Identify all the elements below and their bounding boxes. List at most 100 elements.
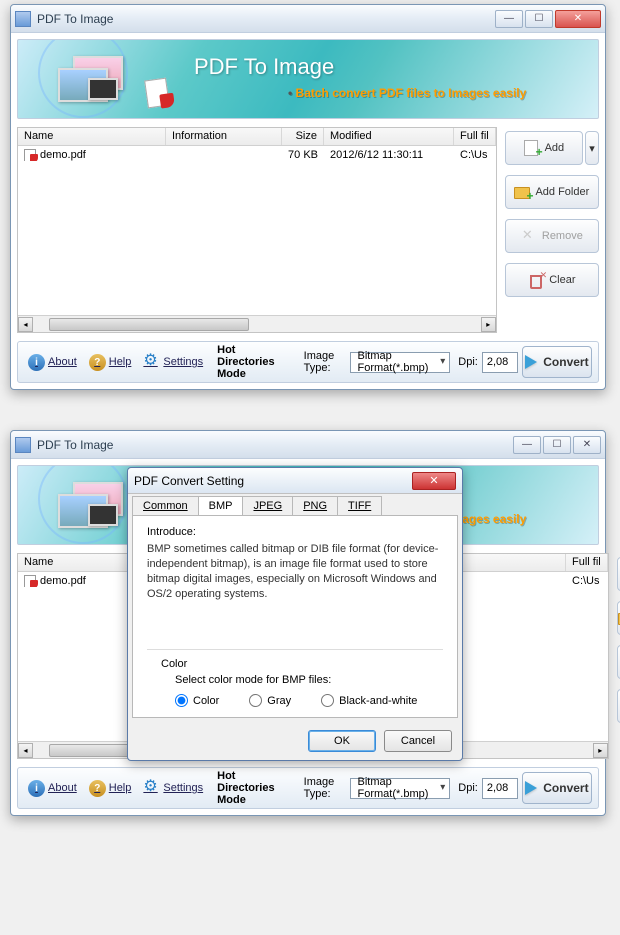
cell-modified: 2012/6/12 11:30:11: [324, 149, 454, 161]
help-label: Help: [109, 782, 132, 794]
help-label: Help: [109, 356, 132, 368]
scroll-left-icon[interactable]: ◂: [18, 317, 33, 332]
add-folder-button[interactable]: Add Folder: [505, 175, 599, 209]
close-button[interactable]: ✕: [573, 436, 601, 454]
settings-link[interactable]: ⚙Settings: [139, 354, 207, 371]
image-type-select[interactable]: Bitmap Format(*.bmp): [350, 352, 450, 373]
banner-subtitle: Batch convert PDF files to Images easily: [288, 86, 526, 100]
settings-label: Settings: [163, 782, 203, 794]
col-name[interactable]: Name: [18, 128, 166, 145]
help-link[interactable]: ?Help: [85, 354, 136, 371]
hot-directories-label: Hot Directories Mode: [217, 770, 296, 806]
col-full-file[interactable]: Full fil: [454, 128, 496, 145]
dialog-close-button[interactable]: ✕: [412, 472, 456, 490]
cancel-button[interactable]: Cancel: [384, 730, 452, 752]
banner-title: PDF To Image: [194, 54, 334, 80]
tab-bmp[interactable]: BMP: [198, 496, 244, 515]
app-icon: [15, 11, 31, 27]
scroll-left-icon[interactable]: ◂: [18, 743, 33, 758]
scroll-right-icon[interactable]: ▸: [593, 743, 608, 758]
color-sub: Select color mode for BMP files:: [175, 674, 443, 686]
dpi-label: Dpi:: [458, 782, 478, 794]
tab-common[interactable]: Common: [132, 496, 199, 515]
image-type-value: Bitmap Format(*.bmp): [357, 776, 431, 800]
introduce-text: BMP sometimes called bitmap or DIB file …: [147, 542, 443, 601]
radio-bw[interactable]: Black-and-white: [321, 694, 417, 707]
cell-full: C:\Us: [566, 575, 608, 587]
dpi-input[interactable]: [482, 778, 518, 799]
pdf-icon: [24, 149, 36, 161]
add-folder-icon: [514, 184, 530, 200]
minimize-button[interactable]: —: [513, 436, 541, 454]
radio-gray-input[interactable]: [249, 694, 262, 707]
maximize-button[interactable]: ☐: [525, 10, 553, 28]
image-type-label: Image Type:: [304, 350, 347, 374]
tab-jpeg[interactable]: JPEG: [242, 496, 293, 515]
about-label: About: [48, 356, 77, 368]
col-information[interactable]: Information: [166, 128, 282, 145]
about-link[interactable]: iAbout: [24, 354, 81, 371]
cell-full: C:\Us: [454, 149, 496, 161]
col-modified[interactable]: Modified: [324, 128, 454, 145]
window-title: PDF To Image: [37, 438, 513, 452]
radio-color-label: Color: [193, 695, 219, 707]
scroll-thumb[interactable]: [49, 318, 249, 331]
bottom-toolbar: iAbout ?Help ⚙Settings Hot Directories M…: [17, 341, 599, 383]
add-file-icon: [524, 140, 540, 156]
dialog-titlebar[interactable]: PDF Convert Setting ✕: [128, 468, 462, 494]
play-icon: [525, 355, 537, 369]
horizontal-scrollbar[interactable]: ◂ ▸: [18, 315, 496, 332]
maximize-button[interactable]: ☐: [543, 436, 571, 454]
banner: PDF To Image Batch convert PDF files to …: [17, 39, 599, 119]
radio-gray-label: Gray: [267, 695, 291, 707]
banner-artwork: [48, 48, 158, 112]
clear-icon: [528, 272, 544, 288]
file-list-header[interactable]: Name Information Size Modified Full fil: [18, 128, 496, 146]
about-link[interactable]: iAbout: [24, 780, 81, 797]
main-titlebar[interactable]: PDF To Image — ☐ ✕: [11, 5, 605, 33]
remove-button[interactable]: Remove: [505, 219, 599, 253]
divider: [147, 649, 443, 650]
clear-label: Clear: [549, 274, 575, 286]
radio-gray[interactable]: Gray: [249, 694, 291, 707]
remove-label: Remove: [542, 230, 583, 242]
ok-button[interactable]: OK: [308, 730, 376, 752]
clear-button[interactable]: Clear: [505, 263, 599, 297]
play-icon: [525, 781, 537, 795]
help-link[interactable]: ?Help: [85, 780, 136, 797]
radio-color[interactable]: Color: [175, 694, 219, 707]
tab-tiff[interactable]: TIFF: [337, 496, 382, 515]
image-type-select[interactable]: Bitmap Format(*.bmp): [350, 778, 450, 799]
settings-link[interactable]: ⚙Settings: [139, 780, 207, 797]
table-row[interactable]: demo.pdf 70 KB 2012/6/12 11:30:11 C:\Us: [18, 146, 496, 164]
radio-bw-label: Black-and-white: [339, 695, 417, 707]
convert-button[interactable]: Convert: [522, 346, 592, 378]
add-button[interactable]: Add: [505, 131, 583, 165]
gear-icon: ⚙: [143, 780, 160, 797]
col-size[interactable]: Size: [282, 128, 324, 145]
color-label: Color: [161, 658, 443, 670]
close-button[interactable]: ✕: [555, 10, 601, 28]
file-list[interactable]: Name Information Size Modified Full fil …: [17, 127, 497, 333]
col-full-file[interactable]: Full fil: [566, 554, 608, 571]
add-dropdown-button[interactable]: ▾: [585, 131, 599, 165]
help-icon: ?: [89, 354, 106, 371]
bottom-toolbar: iAbout ?Help ⚙Settings Hot Directories M…: [17, 767, 599, 809]
radio-bw-input[interactable]: [321, 694, 334, 707]
convert-label: Convert: [543, 781, 588, 795]
radio-color-input[interactable]: [175, 694, 188, 707]
about-icon: i: [28, 780, 45, 797]
dialog-title: PDF Convert Setting: [134, 474, 412, 488]
minimize-button[interactable]: —: [495, 10, 523, 28]
app-icon: [15, 437, 31, 453]
cell-name: demo.pdf: [40, 149, 86, 161]
main-titlebar[interactable]: PDF To Image — ☐ ✕: [11, 431, 605, 459]
tab-png[interactable]: PNG: [292, 496, 338, 515]
dpi-input[interactable]: [482, 352, 518, 373]
cell-size: 70 KB: [282, 149, 324, 161]
about-label: About: [48, 782, 77, 794]
pdf-icon: [24, 575, 36, 587]
convert-button[interactable]: Convert: [522, 772, 592, 804]
convert-label: Convert: [543, 355, 588, 369]
scroll-right-icon[interactable]: ▸: [481, 317, 496, 332]
